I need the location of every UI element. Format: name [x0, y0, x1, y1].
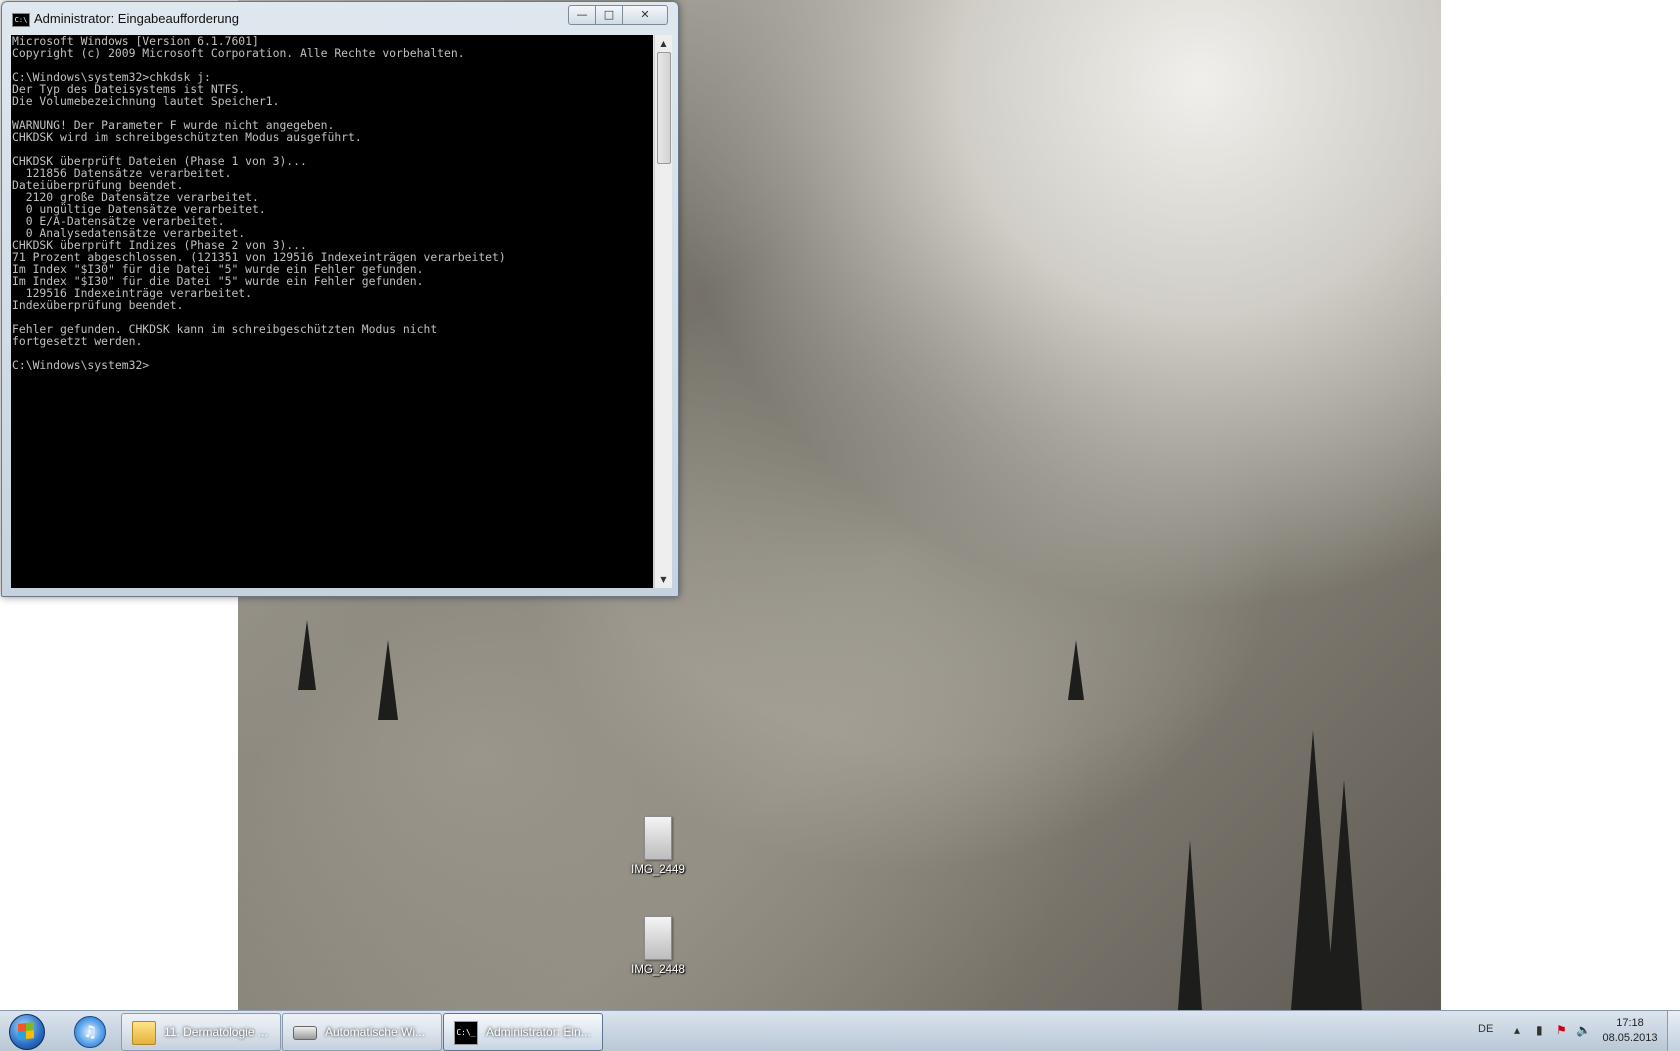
image-file-icon: [644, 916, 672, 960]
title-bar[interactable]: C:\ Administrator: Eingabeaufforderung —…: [2, 2, 678, 36]
minimize-button[interactable]: —: [568, 5, 596, 25]
windows-logo-icon: [18, 1022, 34, 1040]
taskbar-button-explorer[interactable]: 11. Dermatologie ...: [121, 1013, 281, 1051]
start-button[interactable]: [4, 1013, 50, 1050]
clock-time: 17:18: [1616, 1017, 1644, 1029]
console-output[interactable]: Microsoft Windows [Version 6.1.7601] Cop…: [11, 35, 653, 588]
taskbar-button-cmd[interactable]: C:\_ Administrator: Ein...: [443, 1013, 603, 1051]
volume-icon[interactable]: 🔈: [1576, 1023, 1591, 1037]
desktop-icon-img-2448[interactable]: IMG_2448: [618, 916, 698, 976]
desktop-icon-label: IMG_2448: [631, 964, 685, 976]
clock[interactable]: 17:18 08.05.2013: [1598, 1016, 1662, 1046]
taskbar-button-label: Automatische Wi...: [325, 1025, 426, 1039]
image-file-icon: [644, 816, 672, 860]
taskbar-button-label: Administrator: Ein...: [486, 1025, 591, 1039]
scroll-up-arrow-icon[interactable]: ▲: [655, 35, 672, 52]
network-icon[interactable]: ▮: [1536, 1023, 1543, 1037]
console-text: Microsoft Windows [Version 6.1.7601] Cop…: [12, 35, 506, 372]
tree-silhouette: [1326, 780, 1362, 1010]
window-title: Administrator: Eingabeaufforderung: [34, 11, 239, 26]
itunes-icon: ♫: [74, 1016, 106, 1048]
desktop-icon-img-2449[interactable]: IMG_2449: [618, 816, 698, 876]
cmd-icon: C:\_: [454, 1021, 478, 1045]
action-center-icon[interactable]: ⚑: [1556, 1023, 1567, 1037]
language-indicator[interactable]: DE: [1478, 1023, 1493, 1035]
taskbar-button-label: 11. Dermatologie ...: [164, 1025, 268, 1039]
taskbar-button-autoplay[interactable]: Automatische Wi...: [282, 1013, 442, 1051]
tree-silhouette: [298, 620, 316, 690]
taskbar: ♫ 11. Dermatologie ... Automatische Wi..…: [0, 1010, 1680, 1051]
drive-icon: [293, 1026, 317, 1040]
cmd-icon: C:\: [12, 13, 30, 27]
show-hidden-icons-arrow-icon[interactable]: ▴: [1514, 1023, 1520, 1037]
show-desktop-button[interactable]: [1667, 1011, 1680, 1051]
scroll-thumb[interactable]: [657, 52, 671, 164]
desktop-icon-label: IMG_2449: [631, 864, 685, 876]
tree-silhouette: [1068, 640, 1084, 700]
cmd-window[interactable]: C:\ Administrator: Eingabeaufforderung —…: [1, 1, 679, 597]
tree-silhouette: [378, 640, 398, 720]
vertical-scrollbar[interactable]: ▲ ▼: [654, 35, 672, 588]
pinned-itunes[interactable]: ♫: [68, 1014, 110, 1048]
system-tray: DE ▴ ▮ ⚑ 🔈 17:18 08.05.2013: [1440, 1011, 1680, 1051]
maximize-button[interactable]: □: [595, 5, 623, 25]
tree-silhouette: [1178, 840, 1202, 1010]
folder-icon: [132, 1021, 156, 1045]
clock-date: 08.05.2013: [1602, 1032, 1658, 1044]
scroll-down-arrow-icon[interactable]: ▼: [655, 571, 672, 588]
close-button[interactable]: ✕: [622, 5, 668, 25]
